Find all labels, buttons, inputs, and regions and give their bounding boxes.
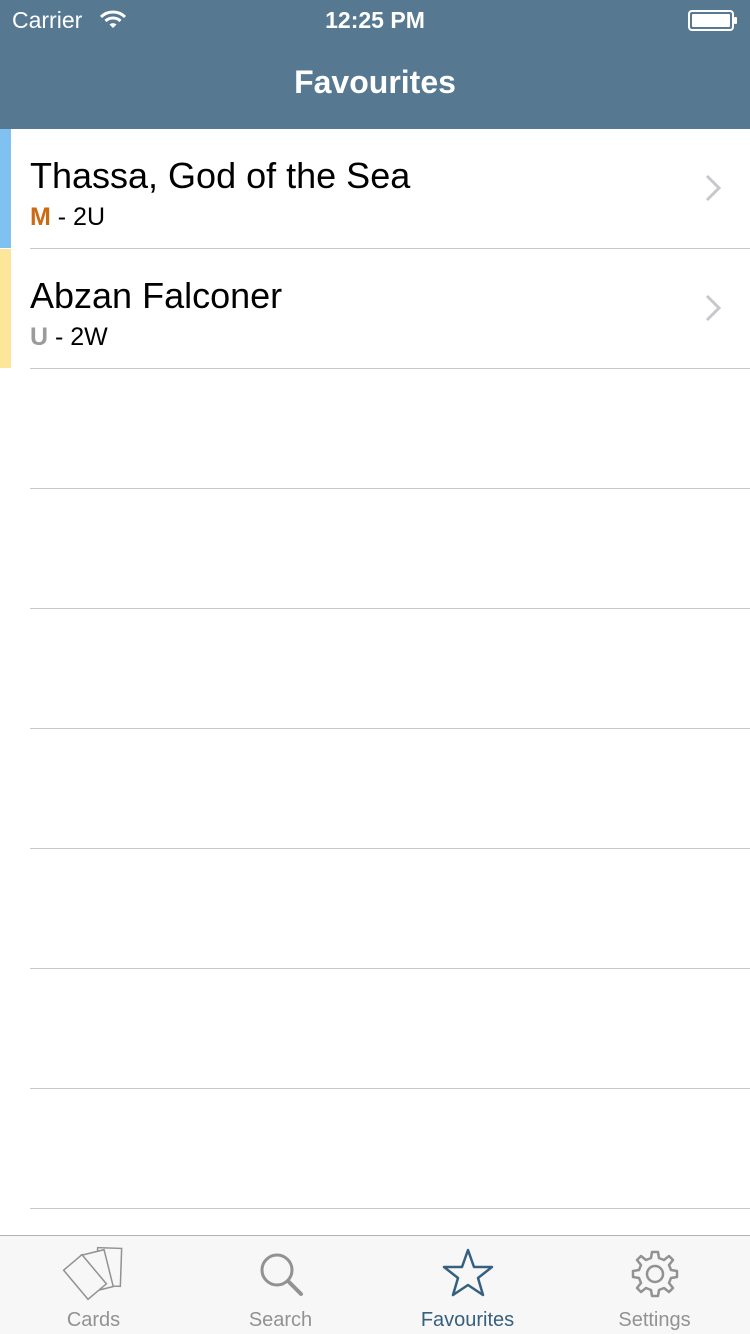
card-cost: 2U <box>73 203 106 231</box>
tab-favourites[interactable]: Favourites <box>374 1236 561 1334</box>
page-title: Favourites <box>294 64 456 100</box>
empty-row <box>0 369 750 489</box>
status-bar: Carrier 12:25 PM <box>0 0 750 40</box>
cards-icon <box>62 1246 122 1301</box>
status-time: 12:25 PM <box>325 7 425 33</box>
gear-icon <box>631 1250 678 1298</box>
card-rarity: M <box>30 203 51 231</box>
card-row[interactable]: Abzan Falconer U - 2W <box>0 249 750 369</box>
empty-row <box>0 969 750 1089</box>
tab-search[interactable]: Search <box>187 1236 374 1334</box>
card-color-strip <box>0 249 11 368</box>
tab-label: Cards <box>66 1309 121 1331</box>
card-details: U - 2W <box>30 323 108 352</box>
search-icon <box>260 1253 303 1296</box>
card-cost: 2W <box>70 323 108 351</box>
card-name: Abzan Falconer <box>30 275 283 316</box>
tab-label: Settings <box>618 1309 691 1331</box>
card-row[interactable]: Thassa, God of the Sea M - 2U <box>0 129 750 249</box>
favourites-list[interactable]: Thassa, God of the Sea M - 2U Abzan Falc… <box>0 129 750 1235</box>
chevron-right-icon <box>705 174 722 202</box>
empty-row <box>0 489 750 609</box>
card-details: M - 2U <box>30 203 105 232</box>
tab-label: Search <box>248 1309 313 1331</box>
empty-row <box>0 729 750 849</box>
star-icon <box>442 1248 493 1297</box>
empty-row <box>0 849 750 969</box>
card-name: Thassa, God of the Sea <box>30 155 411 196</box>
tab-cards[interactable]: Cards <box>0 1236 187 1334</box>
tab-label: Favourites <box>420 1309 515 1331</box>
battery-icon <box>688 10 737 31</box>
card-rarity: U <box>30 323 49 351</box>
empty-row <box>0 1089 750 1209</box>
card-color-strip <box>0 129 11 248</box>
card-separator: - <box>48 323 71 351</box>
tab-settings[interactable]: Settings <box>561 1236 748 1334</box>
empty-row <box>0 609 750 729</box>
navigation-bar: Favourites <box>0 40 750 129</box>
chevron-right-icon <box>705 294 722 322</box>
tab-bar: Cards Search Favourites Settings <box>0 1235 750 1334</box>
row-divider <box>30 1208 750 1209</box>
card-separator: - <box>50 203 74 231</box>
